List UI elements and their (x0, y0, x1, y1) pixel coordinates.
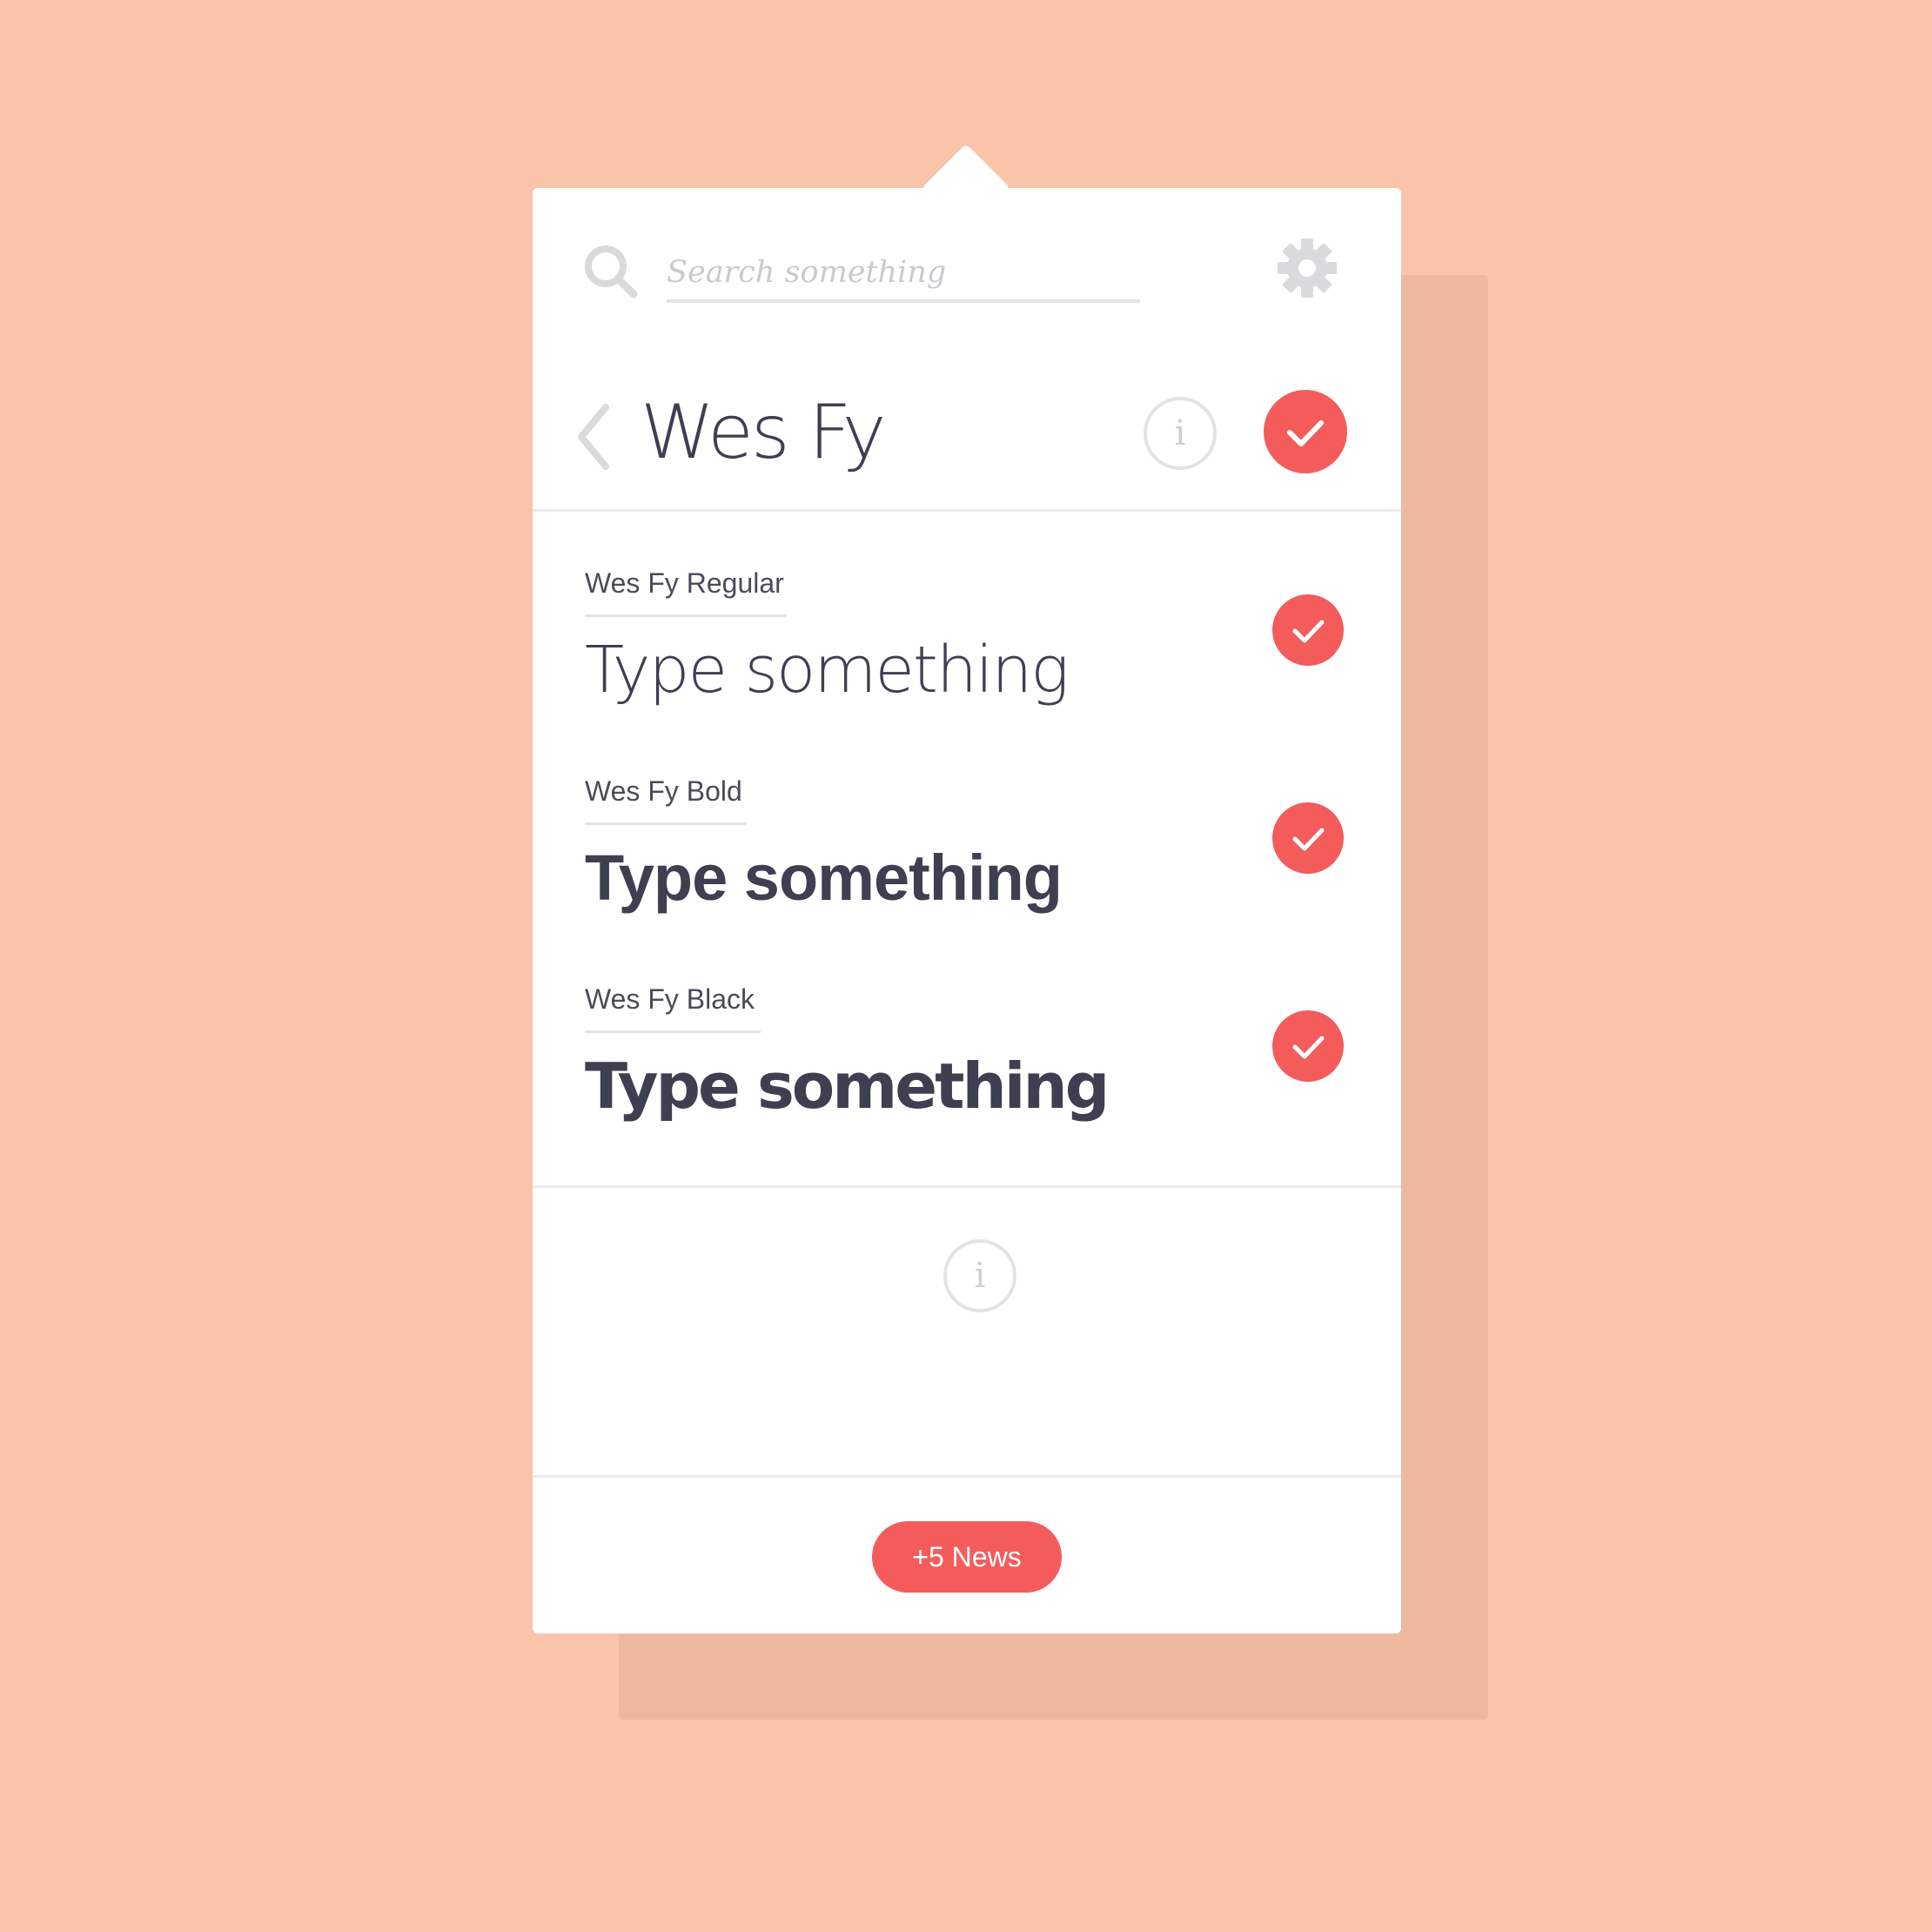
label-underline (585, 822, 747, 825)
label-underline (585, 614, 787, 617)
search-icon[interactable] (583, 244, 639, 299)
style-sample-regular[interactable]: Type something (585, 628, 1070, 712)
info-icon: i (974, 1256, 986, 1296)
style-label-bold: Wes Fy Bold (585, 775, 742, 807)
info-button[interactable]: i (1144, 397, 1217, 470)
style-sample-bold[interactable]: Type something (585, 836, 1063, 920)
footer-divider (533, 1475, 1401, 1478)
search-input[interactable] (667, 249, 1140, 296)
style-label-regular: Wes Fy Regular (585, 567, 784, 599)
gear-icon[interactable] (1276, 237, 1338, 299)
news-button[interactable]: +5 News (872, 1521, 1062, 1593)
chevron-left-icon[interactable] (571, 400, 620, 473)
header-divider (533, 509, 1401, 512)
checkmark-icon (1292, 620, 1325, 643)
font-family-title: Wes Fy (641, 389, 887, 476)
style-check-regular-button[interactable] (1272, 594, 1344, 666)
select-family-button[interactable] (1264, 390, 1347, 473)
checkmark-icon (1287, 420, 1324, 446)
style-check-black-button[interactable] (1272, 1010, 1344, 1082)
font-popover-panel: Wes Fy i Wes Fy Regular Type something W… (533, 188, 1401, 1633)
style-label-black: Wes Fy Black (585, 983, 755, 1015)
info-button[interactable]: i (943, 1239, 1016, 1312)
checkmark-icon (1292, 828, 1325, 851)
list-divider (533, 1185, 1401, 1188)
style-check-bold-button[interactable] (1272, 802, 1344, 874)
info-icon: i (1174, 413, 1186, 453)
style-sample-black[interactable]: Type something (585, 1044, 1110, 1128)
checkmark-icon (1292, 1036, 1325, 1059)
search-field[interactable] (667, 249, 1140, 303)
label-underline (585, 1030, 761, 1033)
